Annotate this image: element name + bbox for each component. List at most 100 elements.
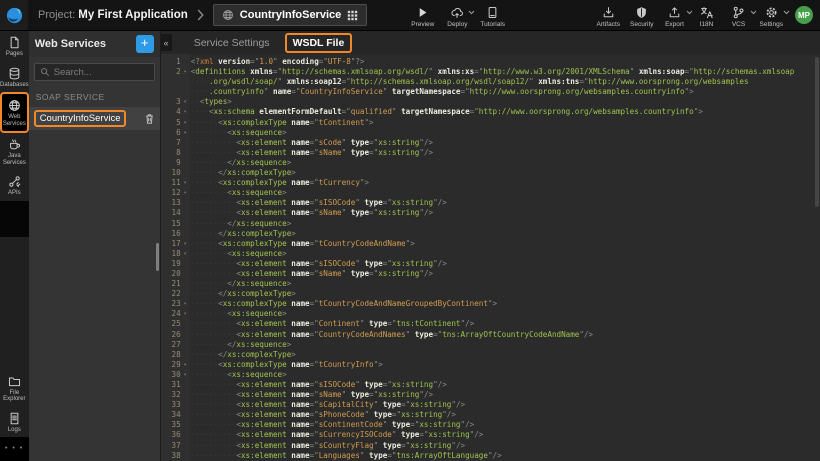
add-service-button[interactable]: + xyxy=(136,35,154,53)
code-text: ······<xs:complexType name="tCountryCode… xyxy=(190,239,415,249)
section-label-soap-service: SOAP SERVICE xyxy=(29,85,160,107)
code-text: ··········<xs:element name="sCurrencyISO… xyxy=(190,430,484,440)
code-text: ··········<xs:element name="sName" type=… xyxy=(190,208,433,218)
fold-spacer xyxy=(181,340,190,350)
rail-more-button[interactable]: • • • xyxy=(0,437,29,461)
line-number: 28 xyxy=(161,350,181,360)
chevron-right-icon xyxy=(197,9,204,21)
sidebar-item-apis[interactable]: APIs xyxy=(0,170,29,201)
wsdl-code-editor[interactable]: 1<?xml version="1.0" encoding="UTF-8"?>2… xyxy=(161,54,820,461)
code-line: 21········</xs:sequence> xyxy=(161,279,820,289)
page-icon xyxy=(8,36,21,49)
sidebar-item-logs[interactable]: Logs xyxy=(0,407,29,438)
code-line: 19··········<xs:element name="sISOCode" … xyxy=(161,259,820,269)
toolbar-artifacts-button[interactable]: Artifacts xyxy=(595,3,622,28)
line-number: 15 xyxy=(161,219,181,229)
fold-toggle-icon[interactable]: ▾ xyxy=(181,370,190,380)
toolbar-label: Tutorials xyxy=(480,21,505,28)
project-label: Project: xyxy=(38,9,75,21)
tab-strip: « Service Settings WSDL File xyxy=(161,31,820,54)
line-number: 5 xyxy=(161,118,181,128)
toolbar-security-button[interactable]: Security xyxy=(628,3,655,28)
toolbar-preview-button[interactable]: Preview xyxy=(409,3,436,28)
toolbar-label: Deploy xyxy=(447,21,467,28)
fold-spacer xyxy=(181,259,190,269)
code-text: ··········<xs:element name="sISOCode" ty… xyxy=(190,380,447,390)
fold-spacer xyxy=(181,390,190,400)
code-line: 10······</xs:complexType> xyxy=(161,168,820,178)
line-number: 26 xyxy=(161,330,181,340)
web-services-panel: Web Services + Search... SOAP SERVICE Co… xyxy=(29,31,161,461)
toolbar-vcs-button[interactable]: VCS xyxy=(726,3,752,28)
fold-toggle-icon[interactable]: ▾ xyxy=(181,299,190,309)
code-line: 37··········<xs:element name="sCountryFl… xyxy=(161,441,820,451)
fold-toggle-icon[interactable]: ▾ xyxy=(181,128,190,138)
line-number: 20 xyxy=(161,269,181,279)
api-icon xyxy=(8,175,21,188)
collapse-panel-button[interactable]: « xyxy=(161,34,172,51)
panel-scrollbar-thumb[interactable] xyxy=(156,243,159,271)
code-line: 24▾········<xs:sequence> xyxy=(161,309,820,319)
avatar[interactable]: MP xyxy=(795,6,813,24)
fold-toggle-icon[interactable]: ▾ xyxy=(181,249,190,259)
line-number: 14 xyxy=(161,208,181,218)
fold-toggle-icon[interactable]: ▾ xyxy=(181,97,190,107)
code-line: 15········</xs:sequence> xyxy=(161,219,820,229)
code-text: ··········<xs:element name="sName" type=… xyxy=(190,390,433,400)
search-input[interactable]: Search... xyxy=(34,63,155,81)
fold-toggle-icon[interactable]: ▾ xyxy=(181,188,190,198)
sidebar-item-file-explorer[interactable]: File Explorer xyxy=(0,370,29,407)
tab-wsdl-file[interactable]: WSDL File xyxy=(285,33,353,53)
code-text: ······</xs:complexType> xyxy=(190,168,296,178)
sidebar-item-web-services[interactable]: Web Services xyxy=(0,92,29,133)
app-logo[interactable] xyxy=(0,0,28,30)
sidebar-item-databases[interactable]: Databases xyxy=(0,62,29,93)
service-name[interactable]: CountryInfoService xyxy=(34,110,127,127)
toolbar-settings-button[interactable]: Settings xyxy=(758,3,786,28)
code-line: 27········</xs:sequence> xyxy=(161,340,820,350)
tab-service-settings[interactable]: Service Settings xyxy=(194,37,270,49)
main-content: « Service Settings WSDL File 1<?xml vers… xyxy=(161,31,820,461)
fold-toggle-icon[interactable]: ▾ xyxy=(181,360,190,370)
sidebar-item-pages[interactable]: Pages xyxy=(0,31,29,62)
open-service-tab[interactable]: CountryInfoService xyxy=(213,4,367,26)
code-text: ····<xs:schema elementFormDefault="quali… xyxy=(190,107,703,117)
fold-toggle-icon[interactable]: ▾ xyxy=(181,178,190,188)
sidebar-item-label: Web Services xyxy=(2,114,27,127)
toolbar-i18n-button[interactable]: I18N xyxy=(694,3,720,28)
fold-spacer xyxy=(181,138,190,148)
fold-toggle-icon[interactable]: ▾ xyxy=(181,239,190,249)
grid-icon[interactable] xyxy=(347,10,358,21)
fold-toggle-icon[interactable]: ▾ xyxy=(181,309,190,319)
search-placeholder: Search... xyxy=(54,67,92,78)
play-icon xyxy=(416,6,429,19)
fold-spacer xyxy=(181,87,190,97)
toolbar-tutorials-button[interactable]: Tutorials xyxy=(478,3,507,28)
service-list-item[interactable]: CountryInfoService xyxy=(29,107,160,130)
fold-spacer xyxy=(181,380,190,390)
editor-scrollbar-thumb[interactable] xyxy=(815,57,819,207)
code-text: ······<xs:complexType name="tCountryCode… xyxy=(190,299,497,309)
fold-toggle-icon[interactable]: ▾ xyxy=(181,118,190,128)
code-text: ········</xs:sequence> xyxy=(190,340,292,350)
fold-spacer xyxy=(181,208,190,218)
toolbar-export-button[interactable]: Export xyxy=(662,3,688,28)
code-text: ····.countryinfo" name="CountryInfoServi… xyxy=(190,87,694,97)
sidebar-item-java-services[interactable]: Java Services xyxy=(0,133,29,170)
toolbar-label: Settings xyxy=(760,21,784,28)
fold-spacer xyxy=(181,229,190,239)
trash-icon[interactable] xyxy=(144,113,155,125)
code-line: 32··········<xs:element name="sName" typ… xyxy=(161,390,820,400)
fold-toggle-icon[interactable]: ▾ xyxy=(181,67,190,77)
code-line: 38··········<xs:element name="Languages"… xyxy=(161,451,820,461)
toolbar-deploy-button[interactable]: Deploy xyxy=(444,3,470,28)
fold-toggle-icon[interactable]: ▾ xyxy=(181,107,190,117)
fold-spacer xyxy=(181,330,190,340)
code-text: ··········<xs:element name="sCapitalCity… xyxy=(190,400,465,410)
fold-spacer xyxy=(181,198,190,208)
toolbar-label: Preview xyxy=(411,21,434,28)
toolbar-label: VCS xyxy=(732,21,745,28)
sidebar-item-label: Java Services xyxy=(0,153,29,166)
fold-spacer xyxy=(181,219,190,229)
code-text: ······</xs:complexType> xyxy=(190,289,296,299)
